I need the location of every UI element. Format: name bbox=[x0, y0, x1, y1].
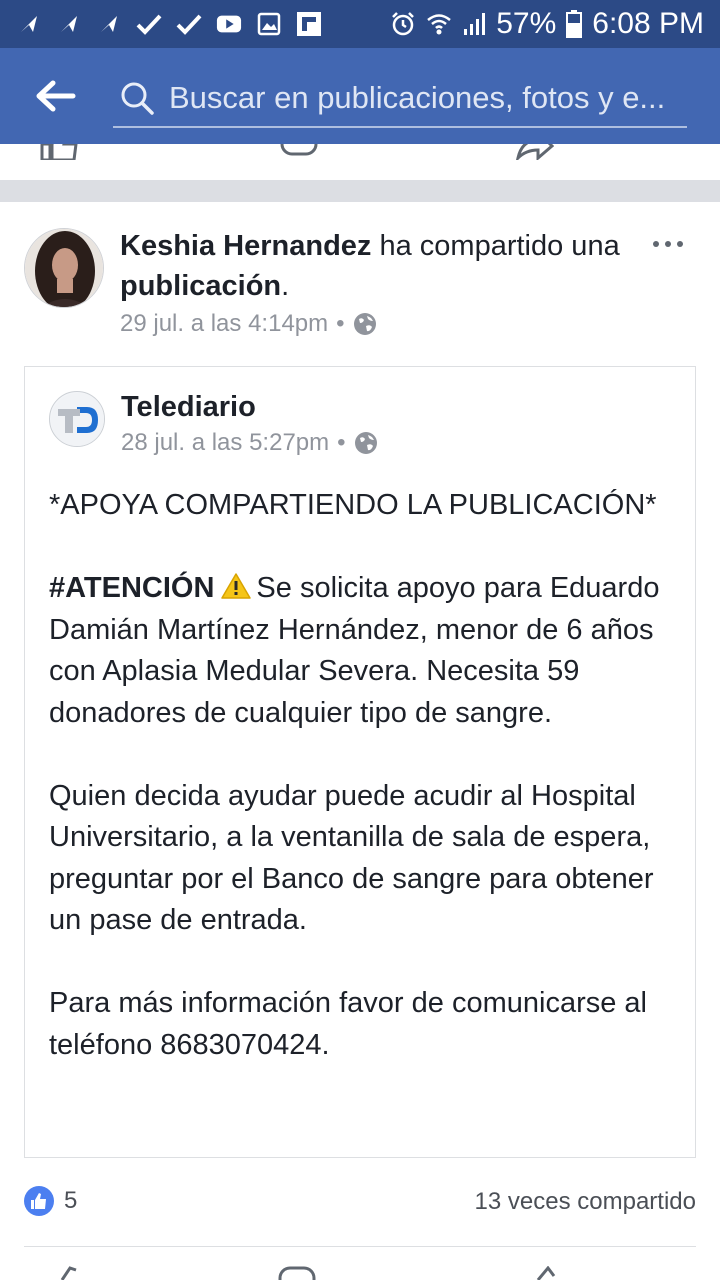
post-meta: 29 jul. a las 4:14pm • bbox=[120, 310, 377, 338]
battery-percent: 57% bbox=[496, 7, 557, 40]
footer-divider bbox=[24, 1246, 696, 1247]
send-notification-icon bbox=[56, 11, 82, 37]
previous-post-actions bbox=[0, 144, 720, 180]
dot bbox=[665, 241, 671, 247]
check-icon bbox=[136, 11, 162, 37]
globe-icon bbox=[354, 432, 377, 454]
meta-separator: • bbox=[336, 310, 345, 337]
author-name[interactable]: Keshia Hernandez bbox=[120, 230, 371, 262]
dot bbox=[677, 241, 683, 247]
post-body: *APOYA COMPARTIENDO LA PUBLICACIÓN* #ATE… bbox=[49, 485, 685, 1108]
search-header bbox=[0, 48, 720, 144]
feed-separator bbox=[0, 180, 720, 202]
send-notification-icon bbox=[16, 11, 42, 37]
image-icon bbox=[256, 11, 282, 37]
youtube-icon bbox=[216, 11, 242, 37]
post-timestamp[interactable]: 29 jul. a las 4:14pm bbox=[120, 310, 328, 338]
dot bbox=[653, 241, 659, 247]
send-notification-icon bbox=[96, 11, 122, 37]
back-arrow-icon bbox=[36, 80, 76, 112]
page-logo[interactable] bbox=[49, 391, 105, 447]
page-name[interactable]: Telediario bbox=[121, 391, 256, 424]
meta-separator: • bbox=[337, 429, 346, 456]
action-suffix: . bbox=[281, 270, 290, 302]
wifi-icon bbox=[426, 11, 452, 37]
share-count[interactable]: 13 veces compartido bbox=[475, 1188, 696, 1216]
comment-icon[interactable] bbox=[280, 144, 320, 160]
search-field[interactable] bbox=[113, 70, 687, 128]
alarm-icon bbox=[390, 11, 416, 37]
post-paragraph: *APOYA COMPARTIENDO LA PUBLICACIÓN* bbox=[49, 489, 657, 521]
post-paragraph: #ATENCIÓN Se solicita apoyo para Eduardo … bbox=[49, 568, 685, 734]
comment-icon[interactable] bbox=[278, 1266, 318, 1280]
action-text: ha compartido una bbox=[379, 230, 620, 262]
like-reaction-icon bbox=[24, 1186, 54, 1216]
shared-object-link[interactable]: publicación bbox=[120, 270, 281, 302]
like-icon[interactable] bbox=[40, 144, 80, 160]
search-input[interactable] bbox=[169, 80, 679, 116]
check-icon bbox=[176, 11, 202, 37]
clock: 6:08 PM bbox=[592, 7, 704, 40]
signal-icon bbox=[462, 11, 486, 37]
avatar[interactable] bbox=[24, 228, 104, 308]
share-icon[interactable] bbox=[524, 1266, 564, 1280]
status-bar: 57% 6:08 PM bbox=[0, 0, 720, 48]
warning-icon bbox=[221, 573, 252, 599]
hashtag-link[interactable]: #ATENCIÓN bbox=[49, 572, 214, 604]
flipboard-icon bbox=[296, 11, 322, 37]
back-button[interactable] bbox=[34, 76, 78, 116]
like-count: 5 bbox=[64, 1187, 78, 1214]
share-icon[interactable] bbox=[514, 144, 554, 160]
like-icon[interactable] bbox=[50, 1266, 90, 1280]
shared-post-timestamp[interactable]: 28 jul. a las 5:27pm bbox=[121, 429, 329, 457]
search-icon bbox=[121, 82, 154, 115]
shared-post-card[interactable]: Telediario 28 jul. a las 5:27pm • *APOYA… bbox=[24, 366, 696, 1158]
shared-post-meta: 28 jul. a las 5:27pm • bbox=[121, 429, 378, 457]
notification-icons bbox=[16, 11, 322, 37]
reactions-summary[interactable]: 5 bbox=[24, 1186, 77, 1216]
globe-icon bbox=[353, 313, 376, 335]
post-actions bbox=[0, 1262, 720, 1280]
post-header-text: Keshia Hernandez ha compartido una publi… bbox=[120, 226, 630, 306]
more-options-button[interactable] bbox=[648, 232, 688, 256]
post-paragraph: Para más información favor de comunicars… bbox=[49, 987, 647, 1061]
battery-icon bbox=[566, 10, 583, 38]
system-status: 57% 6:08 PM bbox=[390, 7, 704, 41]
post-paragraph: Quien decida ayudar puede acudir al Hosp… bbox=[49, 779, 654, 937]
